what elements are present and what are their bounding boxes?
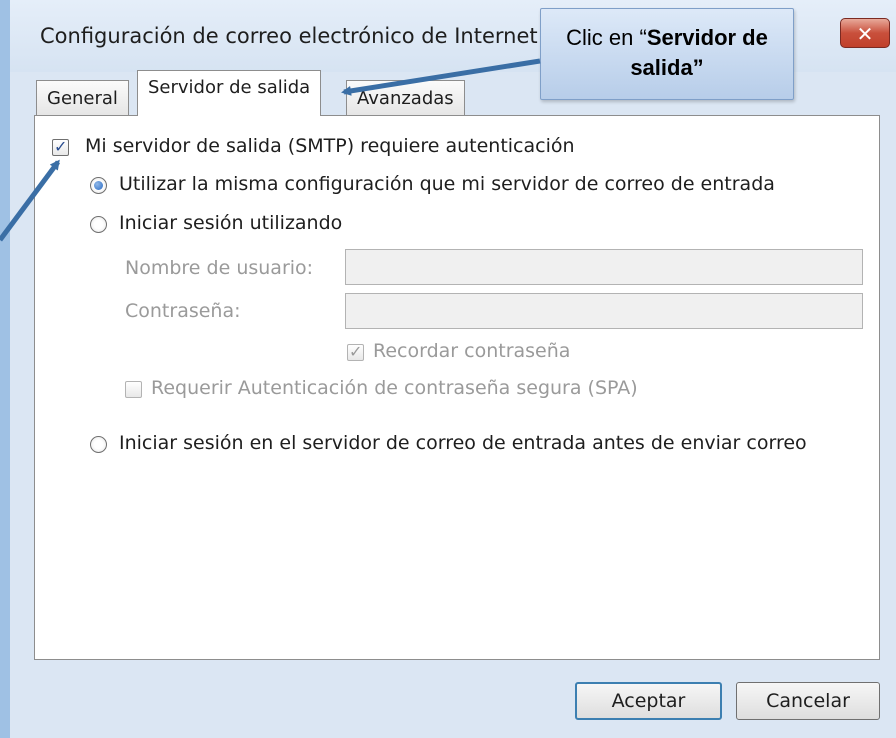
window-border xyxy=(0,0,10,738)
callout-prefix: Clic en “ xyxy=(566,25,647,50)
tab-panel: Mi servidor de salida (SMTP) requiere au… xyxy=(34,115,880,660)
callout-bold: Servidor de salida” xyxy=(630,25,768,80)
remember-password-label[interactable]: Recordar contraseña xyxy=(373,340,570,362)
radio-login-incoming-first[interactable] xyxy=(90,436,107,453)
remember-password-checkbox[interactable] xyxy=(347,342,364,361)
dialog-window: Configuración de correo electrónico de I… xyxy=(0,0,896,738)
tab-advanced[interactable]: Avanzadas xyxy=(346,80,465,116)
cancel-button[interactable]: Cancelar xyxy=(736,682,880,720)
spa-checkbox[interactable] xyxy=(125,381,142,398)
requires-auth-label[interactable]: Mi servidor de salida (SMTP) requiere au… xyxy=(85,135,575,157)
radio-same-config-label[interactable]: Utilizar la misma configuración que mi s… xyxy=(119,173,775,195)
radio-login-incoming-first-label[interactable]: Iniciar sesión en el servidor de correo … xyxy=(119,432,807,454)
username-label: Nombre de usuario: xyxy=(125,257,314,279)
username-input[interactable] xyxy=(345,249,863,285)
close-button[interactable]: ✕ xyxy=(840,18,890,48)
window-title: Configuración de correo electrónico de I… xyxy=(40,24,538,48)
tab-outgoing-server[interactable]: Servidor de salida xyxy=(137,70,322,116)
radio-same-config[interactable] xyxy=(90,177,107,194)
tab-general[interactable]: General xyxy=(36,80,129,116)
callout-note: Clic en “Servidor de salida” xyxy=(540,8,794,100)
radio-login-using-label[interactable]: Iniciar sesión utilizando xyxy=(119,212,342,234)
spa-label[interactable]: Requerir Autenticación de contraseña seg… xyxy=(151,377,638,399)
close-icon: ✕ xyxy=(856,22,874,46)
password-input[interactable] xyxy=(345,293,863,329)
radio-login-using[interactable] xyxy=(90,216,107,233)
requires-auth-checkbox[interactable] xyxy=(52,137,69,156)
password-label: Contraseña: xyxy=(125,300,241,322)
ok-button[interactable]: Aceptar xyxy=(575,682,722,720)
